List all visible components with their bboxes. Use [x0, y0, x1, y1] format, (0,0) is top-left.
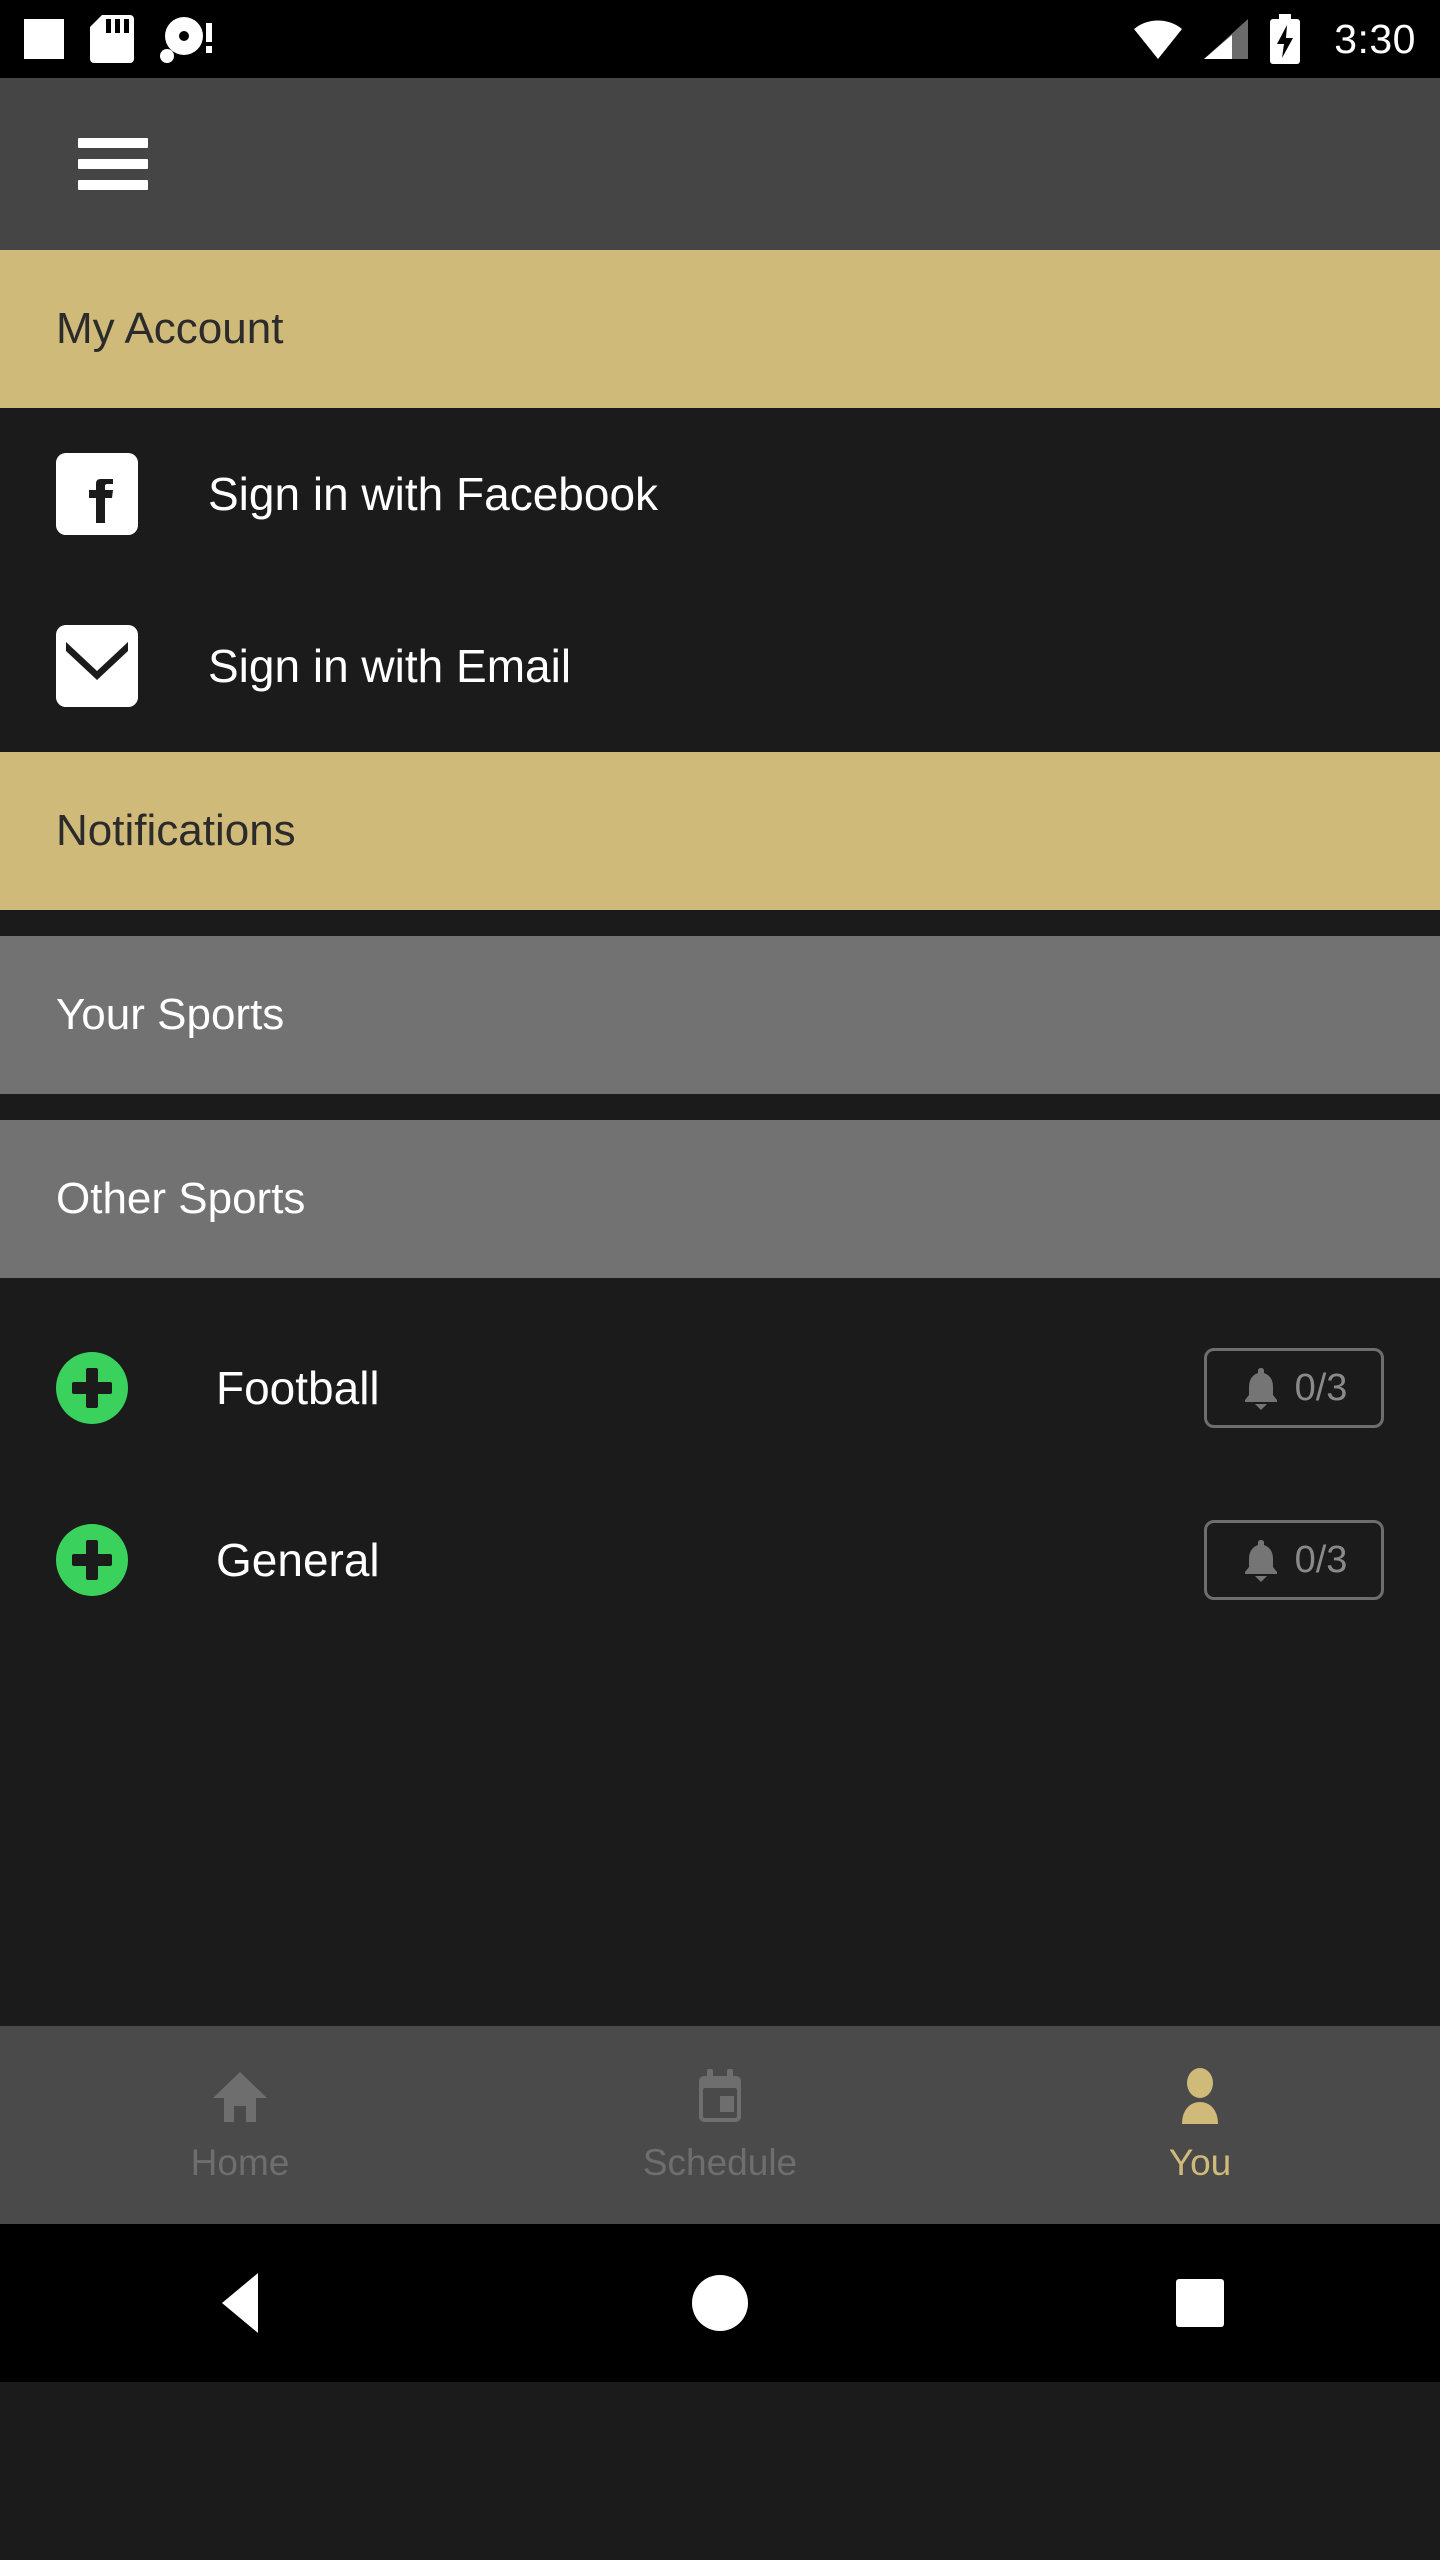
home-circle-icon [692, 2275, 748, 2331]
screenshot-icon [24, 19, 64, 59]
disc-alert-icon [160, 17, 212, 63]
section-title-notifications: Notifications [56, 806, 296, 855]
back-triangle-icon [222, 2273, 258, 2333]
hamburger-menu-icon[interactable] [78, 138, 148, 190]
android-navigation-bar [0, 2224, 1440, 2382]
sign-in-with-email-row[interactable]: Sign in with Email [0, 580, 1440, 752]
bottom-navigation-bar: Home Schedule You [0, 2026, 1440, 2224]
bell-icon [1244, 1368, 1277, 1410]
other-sports-list: Football 0/3 General 0/3 [0, 1278, 1440, 1646]
hamburger-bar-3 [78, 180, 148, 190]
divider-after-notifications [0, 910, 1440, 936]
bottom-nav-item-schedule[interactable]: Schedule [480, 2026, 960, 2224]
status-bar-clock: 3:30 [1334, 15, 1416, 62]
android-status-bar: 3:30 [0, 0, 1440, 78]
section-header-your-sports[interactable]: Your Sports [0, 936, 1440, 1094]
bottom-nav-label-home: Home [190, 2142, 290, 2183]
plus-circle-icon[interactable] [56, 1524, 128, 1596]
status-bar-left-icons [24, 15, 214, 63]
sign-in-with-facebook-row[interactable]: Sign in with Facebook [0, 408, 1440, 580]
app-screen: 3:30 My Account Sign in with Facebook Si… [0, 0, 1440, 2560]
sport-row-general[interactable]: General 0/3 [0, 1474, 1440, 1646]
bell-icon [1244, 1540, 1277, 1582]
section-title-my-account: My Account [56, 304, 284, 353]
section-header-my-account: My Account [0, 250, 1440, 408]
hamburger-bar-2 [78, 159, 148, 169]
nav-home-button[interactable] [480, 2275, 960, 2331]
cell-signal-icon [1204, 19, 1249, 59]
battery-charging-icon [1270, 14, 1301, 64]
email-icon [56, 625, 138, 707]
divider-between-sports-sections [0, 1094, 1440, 1120]
section-header-other-sports[interactable]: Other Sports [0, 1120, 1440, 1278]
notification-badge-football[interactable]: 0/3 [1204, 1348, 1384, 1428]
notification-count-general: 0/3 [1294, 1538, 1348, 1581]
facebook-icon [56, 453, 138, 535]
plus-circle-icon[interactable] [56, 1352, 128, 1424]
home-icon [213, 2072, 267, 2122]
bottom-nav-label-you: You [1168, 2142, 1232, 2183]
bottom-nav-item-you[interactable]: You [960, 2026, 1440, 2224]
content-empty-space [0, 1646, 1440, 2026]
bottom-nav-label-schedule: Schedule [642, 2142, 798, 2183]
nav-back-button[interactable] [0, 2273, 480, 2333]
hamburger-bar-1 [78, 138, 148, 148]
notification-badge-general[interactable]: 0/3 [1204, 1520, 1384, 1600]
sign-in-with-facebook-label: Sign in with Facebook [208, 468, 659, 520]
app-bar [0, 78, 1440, 250]
section-title-other-sports: Other Sports [56, 1174, 306, 1223]
notification-count-football: 0/3 [1294, 1366, 1348, 1409]
status-bar-right-icons: 3:30 [1132, 14, 1416, 64]
recents-square-icon [1176, 2279, 1224, 2327]
section-header-notifications: Notifications [0, 752, 1440, 910]
section-title-your-sports: Your Sports [56, 990, 285, 1039]
wifi-icon [1134, 20, 1183, 60]
sign-in-with-email-label: Sign in with Email [208, 640, 572, 692]
calendar-icon [699, 2069, 741, 2122]
my-account-list: Sign in with Facebook Sign in with Email [0, 408, 1440, 752]
sport-row-football[interactable]: Football 0/3 [0, 1302, 1440, 1474]
sport-label-football: Football [216, 1362, 380, 1414]
nav-recents-button[interactable] [960, 2279, 1440, 2327]
sd-card-icon [90, 15, 134, 63]
bottom-nav-item-home[interactable]: Home [0, 2026, 480, 2224]
person-icon [1182, 2068, 1218, 2124]
sport-label-general: General [216, 1534, 380, 1586]
